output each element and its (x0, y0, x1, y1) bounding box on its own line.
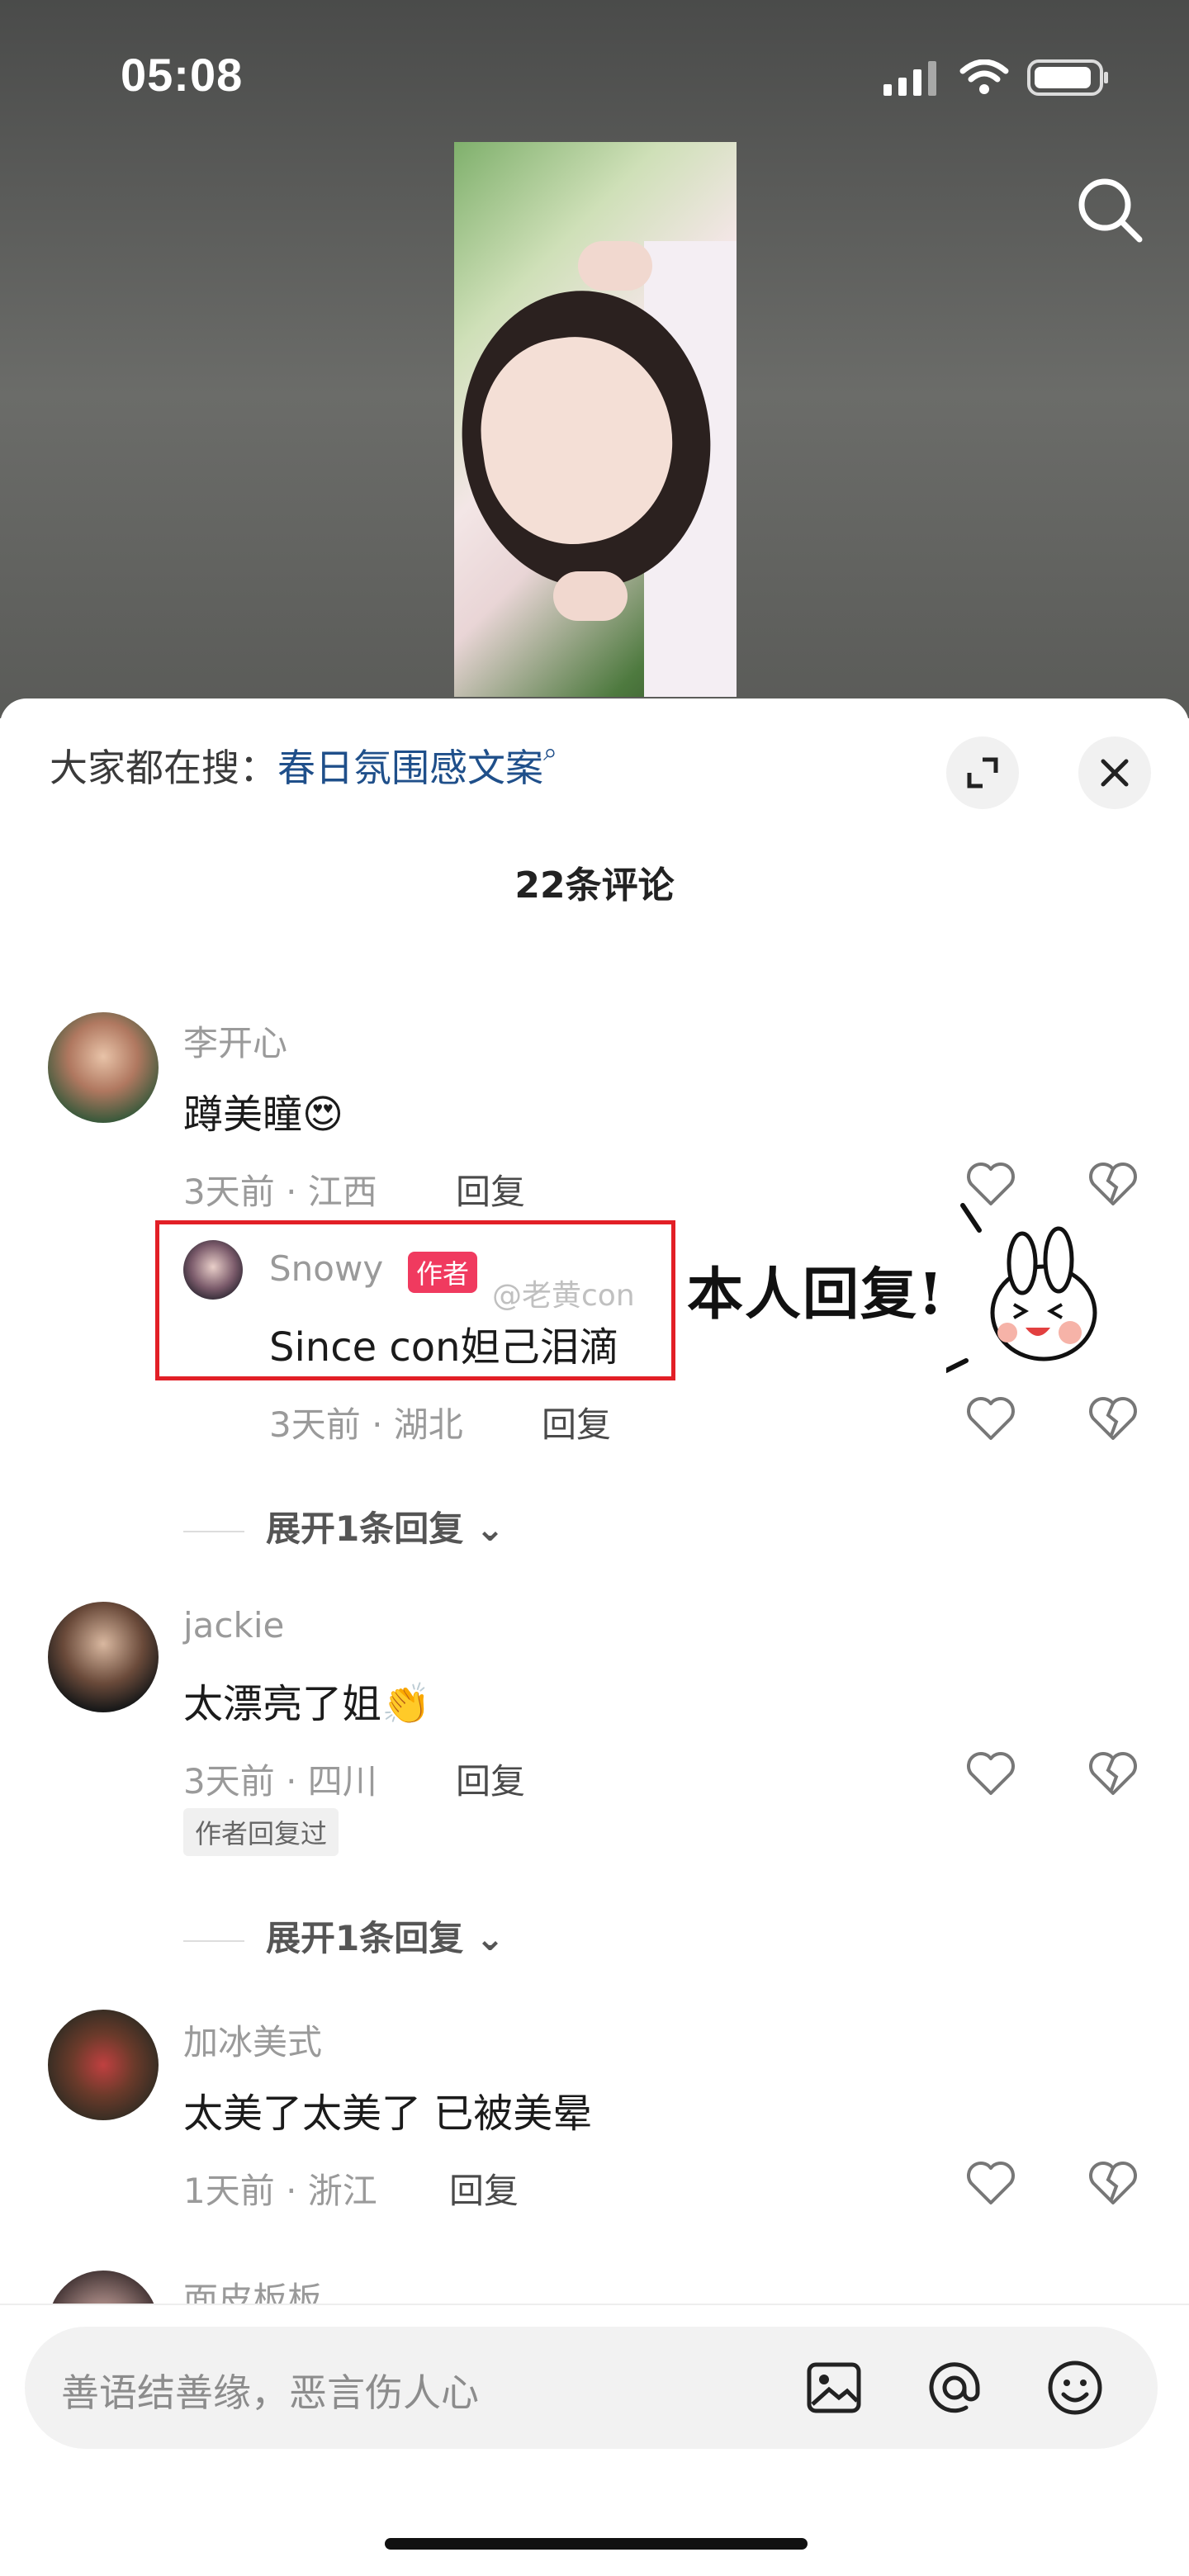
video-thumbnail[interactable] (454, 142, 737, 697)
status-bar: 05:08 (0, 0, 1189, 157)
reply-button[interactable]: 回复 (449, 2163, 519, 2214)
image-icon[interactable] (804, 2358, 864, 2417)
comment-sheet: 大家都在搜：春日氛围感文案⌕ 22条评论 (0, 698, 1189, 2576)
avatar[interactable] (48, 2010, 159, 2120)
expand-icon (967, 757, 998, 788)
hot-search-link[interactable]: 春日氛围感文案 (277, 746, 543, 790)
reply-button[interactable]: 回复 (456, 1754, 525, 1804)
emoji: 😍 (302, 1091, 344, 1138)
bunny-sticker (946, 1203, 1097, 1373)
emoji: 👏 (381, 1681, 431, 1727)
signal-icon (883, 61, 936, 96)
comment-meta: 3天前 · 四川 (183, 1761, 377, 1802)
divider (0, 2304, 1189, 2305)
status-icons (883, 58, 1110, 97)
wifi-icon (959, 59, 1009, 94)
close-icon (1101, 759, 1129, 787)
heart-icon[interactable] (964, 1749, 1017, 1798)
heart-icon[interactable] (964, 2158, 1017, 2208)
chevron-down-icon: ⌄ (463, 1508, 505, 1549)
close-button[interactable] (1078, 736, 1151, 809)
comment-text: 蹲美瞳😍 (183, 1091, 344, 1138)
comment-username[interactable]: 李开心 (183, 1016, 287, 1066)
status-time: 05:08 (121, 49, 244, 101)
comment-count: 22条评论 (514, 864, 675, 907)
handwritten-annotation: 本人回复! (687, 1262, 945, 1328)
dislike-icon[interactable] (1087, 1394, 1139, 1443)
watermark: @老黄con (492, 1279, 635, 1313)
dislike-icon[interactable] (1087, 2158, 1139, 2208)
reply-button[interactable]: 回复 (456, 1164, 525, 1215)
heart-icon[interactable] (964, 1394, 1017, 1443)
comment-username[interactable]: jackie (183, 1605, 284, 1646)
expand-replies[interactable]: 展开1条回复 ⌄ (183, 1501, 504, 1551)
search-small-icon: ⌕ (543, 738, 557, 767)
emoji-icon[interactable] (1045, 2358, 1105, 2417)
comment-input[interactable]: 善语结善缘，恶言伤人心 (25, 2327, 1158, 2449)
expand-replies[interactable]: 展开1条回复 ⌄ (183, 1911, 504, 1961)
comment-username[interactable]: 加冰美式 (183, 2015, 322, 2065)
comment-text: 太美了太美了 已被美晕 (183, 2091, 593, 2137)
author-replied-tag: 作者回复过 (183, 1808, 339, 1856)
battery-icon (1027, 59, 1108, 96)
comment-meta: 3天前 · 江西 (183, 1172, 377, 1212)
dislike-icon[interactable] (1087, 1749, 1139, 1798)
input-placeholder: 善语结善缘，恶言伤人心 (61, 2370, 479, 2415)
hot-search-label: 大家都在搜： (50, 746, 277, 790)
home-indicator (385, 2538, 808, 2550)
hot-search[interactable]: 大家都在搜：春日氛围感文案⌕ (50, 738, 557, 793)
reply-meta: 3天前 · 湖北 (269, 1404, 463, 1445)
avatar[interactable] (48, 1602, 159, 1712)
avatar[interactable] (48, 1012, 159, 1123)
comment-meta: 1天前 · 浙江 (183, 2171, 377, 2211)
at-icon[interactable] (925, 2358, 984, 2417)
comment-text: 太漂亮了姐👏 (183, 1681, 431, 1727)
expand-button[interactable] (946, 736, 1019, 809)
reply-button[interactable]: 回复 (542, 1397, 611, 1447)
chevron-down-icon: ⌄ (463, 1918, 505, 1958)
search-icon[interactable] (1070, 170, 1149, 249)
